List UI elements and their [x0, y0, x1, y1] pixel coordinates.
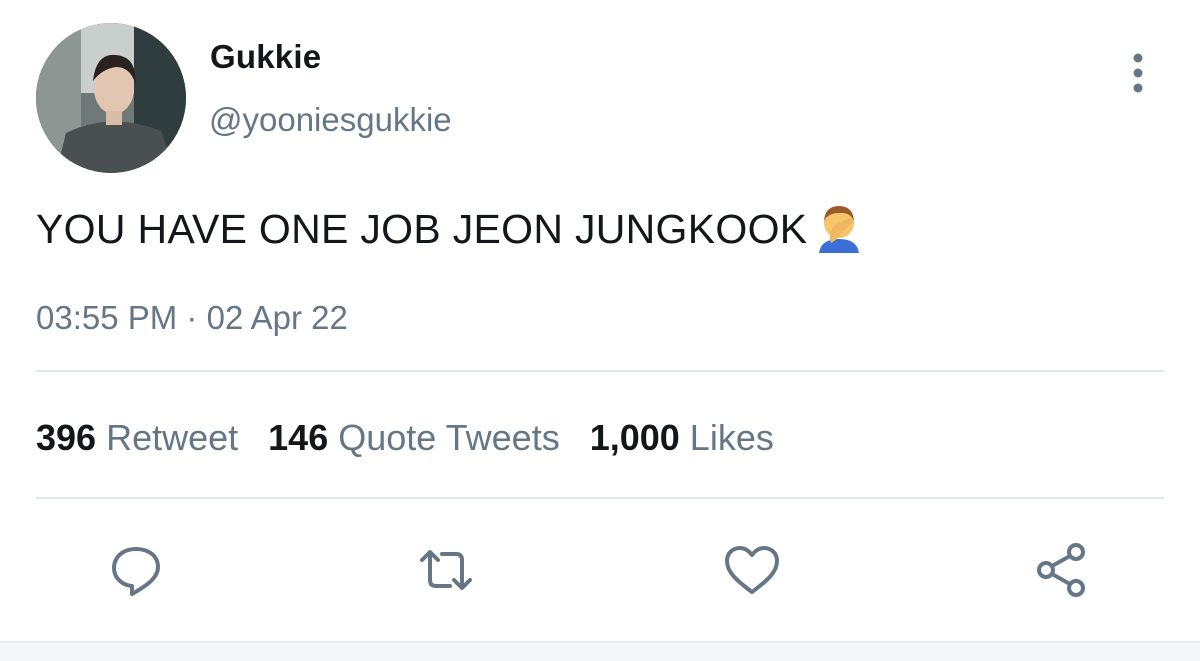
quote-tweets-label: Quote Tweets [338, 417, 560, 458]
tweet-body: YOU HAVE ONE JOB JEON JUNGKOOK [36, 203, 861, 253]
tweet-detail: Gukkie @yooniesgukkie YOU HAVE ONE JOB J… [0, 0, 1200, 661]
user-handle[interactable]: @yooniesgukkie [209, 101, 452, 139]
divider [36, 497, 1164, 499]
tweet-date: 02 Apr 22 [206, 299, 348, 336]
quote-tweets-count: 146 [268, 417, 329, 458]
likes-count: 1,000 [589, 417, 680, 458]
time-separator: · [186, 299, 198, 336]
retweets-label: Retweet [106, 417, 239, 458]
tweet-text: YOU HAVE ONE JOB JEON JUNGKOOK [36, 206, 808, 252]
likes-stat[interactable]: 1,000 Likes [590, 417, 774, 459]
avatar[interactable] [36, 23, 186, 173]
timestamp: 03:55 PM · 02 Apr 22 [36, 299, 348, 337]
share-icon[interactable] [1032, 540, 1092, 600]
tweet-time: 03:55 PM [36, 299, 178, 336]
retweets-count: 396 [36, 417, 97, 458]
more-options-icon[interactable] [1124, 52, 1152, 96]
retweets-stat[interactable]: 396 Retweet [36, 417, 238, 459]
bottom-divider [0, 641, 1200, 661]
divider [36, 370, 1164, 372]
avatar-photo [36, 23, 186, 173]
person-facepalming-icon [817, 203, 861, 253]
action-bar [0, 540, 1200, 600]
engagement-stats: 396 Retweet 146 Quote Tweets 1,000 Likes [36, 417, 804, 459]
reply-icon[interactable] [106, 540, 166, 600]
quote-tweets-stat[interactable]: 146 Quote Tweets [268, 417, 560, 459]
retweet-icon[interactable] [416, 540, 476, 600]
display-name[interactable]: Gukkie [210, 38, 321, 76]
likes-label: Likes [689, 417, 774, 458]
like-icon[interactable] [722, 540, 782, 600]
